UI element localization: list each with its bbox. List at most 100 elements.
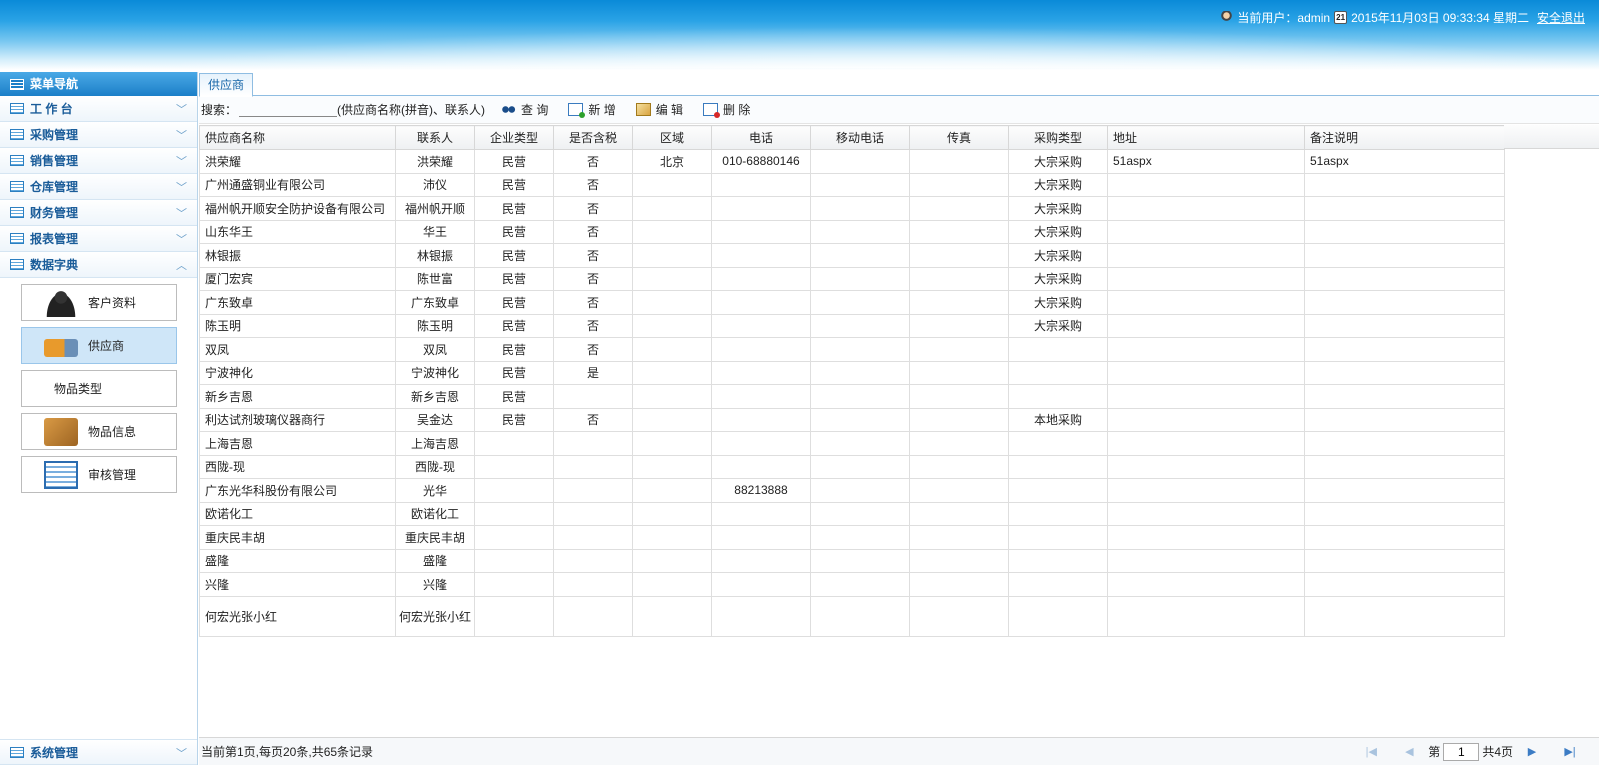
table-cell [909, 454, 1009, 479]
table-cell [1304, 525, 1505, 550]
table-cell [909, 337, 1009, 362]
menu-group-system[interactable]: 系统管理 ﹀ [0, 739, 197, 765]
column-header[interactable]: 备注说明 [1304, 125, 1505, 150]
table-cell: 利达试剂玻璃仪器商行 [199, 407, 396, 432]
table-cell: 51aspx [1304, 149, 1505, 174]
menu-group-data-dictionary[interactable]: 数据字典 ︿ [0, 252, 197, 278]
next-page-icon[interactable]: ▶ [1513, 743, 1551, 761]
table-cell: 否 [553, 290, 633, 315]
sub-item-audit[interactable]: 审核管理 [21, 456, 177, 493]
table-cell: 大宗采购 [1008, 219, 1108, 244]
table-cell: 洪荣耀 [199, 149, 396, 174]
query-button-label: 查 询 [521, 103, 549, 117]
table-cell: 广东致卓 [395, 290, 475, 315]
column-header[interactable]: 联系人 [395, 125, 475, 150]
column-header[interactable]: 是否含税 [553, 125, 633, 150]
table-row[interactable]: 欧诺化工 欧诺化工 [199, 501, 1505, 526]
delete-button[interactable]: 删 除 [703, 101, 750, 118]
menu-group-warehouse[interactable]: 仓库管理 ﹀ [0, 174, 197, 200]
table-row[interactable]: 山东华王 华王 民营否 大宗采购 [199, 219, 1505, 244]
table-row[interactable]: 广东致卓 广东致卓 民营否大宗采购 [199, 290, 1505, 315]
table-cell [909, 431, 1009, 456]
column-header[interactable]: 企业类型 [474, 125, 554, 150]
sub-item-customers[interactable]: 客户资料 [21, 284, 177, 321]
chevron-down-icon: ﹀ [176, 130, 187, 142]
table-cell: 民营 [474, 290, 554, 315]
box-icon [44, 417, 78, 446]
menu-group-reports[interactable]: 报表管理 ﹀ [0, 226, 197, 252]
table-row[interactable]: 盛隆 盛隆 [199, 548, 1505, 573]
table-cell [632, 172, 712, 197]
table-cell: 欧诺化工 [199, 501, 396, 526]
column-header[interactable]: 移动电话 [810, 125, 910, 150]
column-header[interactable]: 传真 [909, 125, 1009, 150]
logout-link[interactable]: 安全退出 [1537, 9, 1585, 26]
column-header[interactable]: 区域 [632, 125, 712, 150]
table-cell: 否 [553, 196, 633, 221]
table-row[interactable]: 兴隆 兴隆 [199, 572, 1505, 597]
table-row[interactable]: 广州通盛铜业有限公司 沛仪 民营否 大宗采购 [199, 172, 1505, 197]
edit-button[interactable]: 编 辑 [635, 101, 683, 118]
table-cell [711, 196, 811, 221]
menu-group-sales[interactable]: 销售管理 ﹀ [0, 148, 197, 174]
query-button[interactable]: 查 询 [501, 101, 548, 118]
first-page-icon[interactable]: |◀ [1352, 743, 1390, 761]
table-cell [1107, 313, 1305, 338]
menu-icon [10, 155, 24, 166]
sub-item-suppliers[interactable]: 供应商 [21, 327, 177, 364]
table-row[interactable]: 厦门宏宾 陈世富 民营否 大宗采购 [199, 266, 1505, 291]
column-header[interactable]: 供应商名称 [199, 125, 396, 150]
table-cell: 上海吉恩 [199, 431, 396, 456]
table-row[interactable]: 林银振 林银振 民营否大宗采购 [199, 243, 1505, 268]
table-row[interactable]: 利达试剂玻璃仪器商行 吴金达 民营否 本地采购 [199, 407, 1505, 432]
table-cell: 盛隆 [395, 548, 475, 573]
table-cell [1304, 501, 1505, 526]
column-header[interactable]: 地址 [1107, 125, 1305, 150]
table-cell: 上海吉恩 [395, 431, 475, 456]
table-cell: 大宗采购 [1008, 149, 1108, 174]
table-row[interactable]: 宁波神化 宁波神化 民营是 [199, 360, 1505, 385]
table-row[interactable]: 洪荣耀 洪荣耀 民营否北京 010-68880146 大宗采购 51aspx 51aspx [199, 149, 1505, 174]
prev-page-icon[interactable]: ◀ [1390, 743, 1428, 761]
table-cell [1008, 431, 1108, 456]
sub-item-label: 审核管理 [88, 468, 137, 482]
search-input[interactable] [239, 102, 338, 117]
table-cell [1107, 360, 1305, 385]
table-cell: 88213888 [711, 478, 811, 503]
table-row[interactable]: 广东光华科股份有限公司 光华 88213888 [199, 478, 1505, 503]
table-row[interactable]: 重庆民丰胡 重庆民丰胡 [199, 525, 1505, 550]
sub-item-item-types[interactable]: 物品类型 [21, 370, 177, 407]
table-row[interactable]: 何宏光张小红 何宏光张小红 [199, 595, 1505, 637]
table-cell [909, 572, 1009, 597]
table-cell: 北京 [632, 149, 712, 174]
table-cell [1304, 572, 1505, 597]
table-cell: 否 [553, 337, 633, 362]
table-row[interactable]: 新乡吉恩 新乡吉恩 民营 [199, 384, 1505, 409]
table-cell [1304, 219, 1505, 244]
sub-item-label: 物品类型 [54, 382, 103, 396]
tab-suppliers[interactable]: 供应商 [199, 73, 253, 97]
last-page-icon[interactable]: ▶| [1551, 743, 1589, 761]
pager-nav: |◀ ◀ 第 共4页 ▶ ▶| [1352, 742, 1589, 761]
table-cell [711, 243, 811, 268]
table-cell: 否 [553, 219, 633, 244]
table-cell [632, 337, 712, 362]
menu-group-workbench[interactable]: 工 作 台 ﹀ [0, 96, 197, 122]
page-number-input[interactable] [1443, 742, 1480, 761]
table-row[interactable]: 上海吉恩 上海吉恩 [199, 431, 1505, 456]
column-header[interactable]: 电话 [711, 125, 811, 150]
add-button[interactable]: 新 增 [568, 101, 616, 118]
table-cell [909, 595, 1009, 637]
menu-group-purchase[interactable]: 采购管理 ﹀ [0, 122, 197, 148]
table-row[interactable]: 西陇-现 西陇-现 [199, 454, 1505, 479]
table-cell [632, 501, 712, 526]
table-row[interactable]: 双凤 双凤 民营否 [199, 337, 1505, 362]
chevron-down-icon: ﹀ [176, 104, 187, 116]
column-header[interactable]: 采购类型 [1008, 125, 1108, 150]
table-row[interactable]: 陈玉明 陈玉明 民营否大宗采购 [199, 313, 1505, 338]
menu-group-finance[interactable]: 财务管理 ﹀ [0, 200, 197, 226]
sub-item-item-info[interactable]: 物品信息 [21, 413, 177, 450]
menu-icon [10, 746, 24, 758]
table-cell [810, 407, 910, 432]
table-row[interactable]: 福州帆开顺安全防护设备有限公司 福州帆开顺 民营否 大宗采购 [199, 196, 1505, 221]
